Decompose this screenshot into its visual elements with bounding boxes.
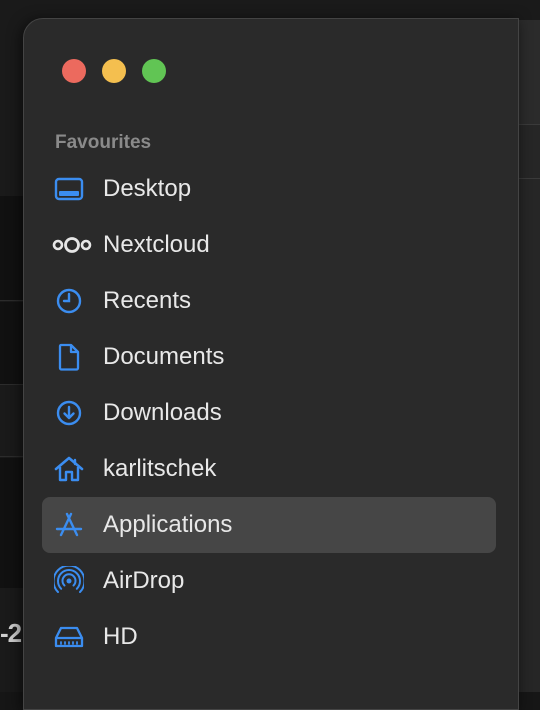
background-divider [0, 384, 24, 385]
download-icon [54, 399, 84, 427]
sidebar-item-documents[interactable]: Documents [42, 329, 496, 385]
finder-sidebar: Favourites Desktop Nextcloud Recents Doc… [23, 18, 519, 710]
sidebar-item-applications[interactable]: Applications [42, 497, 496, 553]
favourites-list: Desktop Nextcloud Recents Documents Down [42, 161, 496, 665]
header-divider [516, 178, 540, 179]
close-button[interactable] [62, 59, 86, 83]
sidebar-item-label: AirDrop [103, 567, 185, 594]
applications-icon [54, 511, 84, 539]
airdrop-icon [54, 566, 84, 595]
sidebar-item-karlitschek[interactable]: karlitschek [42, 441, 496, 497]
background-panel [0, 196, 24, 300]
background-panel [0, 302, 24, 384]
sidebar-item-label: Desktop [103, 175, 192, 202]
nextcloud-icon [52, 231, 92, 259]
sidebar-item-label: Applications [103, 511, 233, 538]
background-divider [0, 456, 24, 457]
sidebar-item-label: karlitschek [103, 455, 217, 482]
sidebar-item-airdrop[interactable]: AirDrop [42, 553, 496, 609]
minimize-button[interactable] [102, 59, 126, 83]
sidebar-item-label: Recents [103, 287, 192, 314]
background-divider [0, 300, 24, 301]
sidebar-item-label: HD [103, 623, 138, 650]
background-text-fragment: -2 [0, 618, 22, 648]
sidebar-item-recents[interactable]: Recents [42, 273, 496, 329]
section-title-favourites: Favourites [55, 132, 152, 153]
clock-icon [54, 287, 84, 315]
sidebar-item-downloads[interactable]: Downloads [42, 385, 496, 441]
desktop-icon [54, 175, 84, 203]
toolbar-divider [516, 124, 540, 125]
drive-icon [54, 623, 84, 651]
document-icon [54, 343, 84, 371]
sidebar-item-label: Nextcloud [103, 231, 210, 258]
sidebar-item-label: Documents [103, 343, 225, 370]
sidebar-item-nextcloud[interactable]: Nextcloud [42, 217, 496, 273]
sidebar-item-label: Downloads [103, 399, 222, 426]
zoom-button[interactable] [142, 59, 166, 83]
sidebar-item-desktop[interactable]: Desktop [42, 161, 496, 217]
sidebar-item-hd[interactable]: HD [42, 609, 496, 665]
home-icon [54, 455, 84, 483]
background-panel [0, 458, 24, 588]
toolbar-edge [516, 20, 540, 124]
